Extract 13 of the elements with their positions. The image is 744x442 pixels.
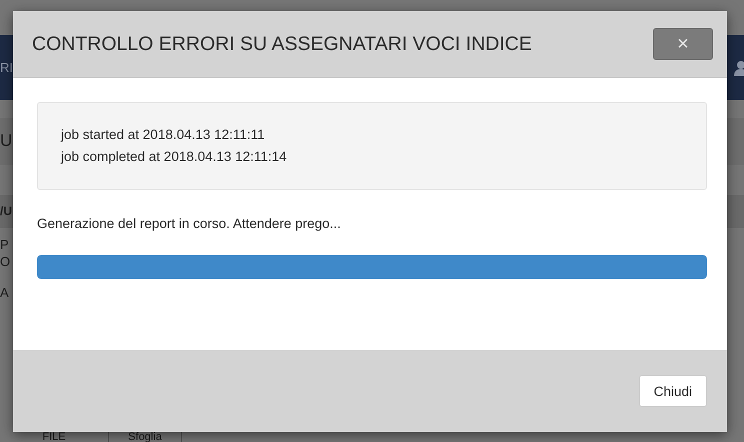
log-line: job completed at 2018.04.13 12:11:14 <box>61 148 288 166</box>
section-title: U <box>0 130 12 152</box>
subsection-title: /U <box>0 204 12 220</box>
text-line: P <box>0 237 9 254</box>
dialog-title: CONTROLLO ERRORI SU ASSEGNATARI VOCI INDICE <box>32 32 532 56</box>
close-button[interactable]: × <box>653 28 713 60</box>
field-label: A <box>0 284 9 302</box>
text-line: O <box>0 254 10 271</box>
header-text: RI <box>0 60 13 75</box>
status-text: Generazione del report in corso. Attendere prego... <box>37 216 342 231</box>
user-icon <box>734 60 744 76</box>
log-line: job started at 2018.04.13 12:11:11 <box>61 126 266 144</box>
close-dialog-button[interactable]: Chiudi <box>638 375 707 407</box>
